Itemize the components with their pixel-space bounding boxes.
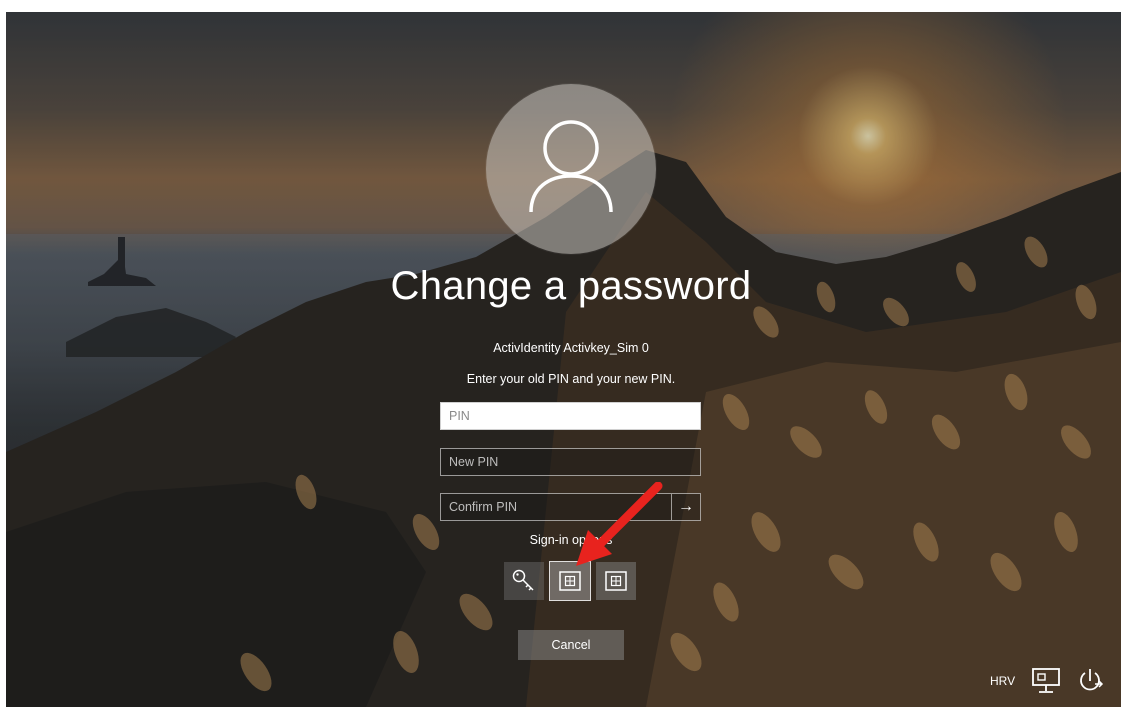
new-pin-input[interactable] [440,448,701,476]
network-button[interactable] [1030,666,1062,696]
cancel-button[interactable]: Cancel [518,630,624,660]
smart-card-icon [605,571,627,591]
arrow-right-icon: → [678,498,694,515]
smart-card-icon [559,571,581,591]
instruction-text: Enter your old PIN and your new PIN. [466,372,676,386]
power-button[interactable] [1074,666,1106,696]
account-name: ActivIdentity Activkey_Sim 0 [493,341,649,355]
language-indicator[interactable]: HRV [990,674,1015,688]
user-icon [529,120,613,213]
submit-button[interactable]: → [672,493,701,521]
lock-screen: Change a password ActivIdentity Activkey… [6,12,1121,707]
network-icon [1032,668,1060,693]
page-title: Change a password [390,264,752,308]
power-icon [1080,669,1104,691]
key-icon [512,569,534,591]
sign-in-option-key[interactable] [504,562,544,600]
user-avatar [486,84,656,254]
pin-input[interactable] [440,402,701,430]
red-arrow-icon [576,482,663,566]
